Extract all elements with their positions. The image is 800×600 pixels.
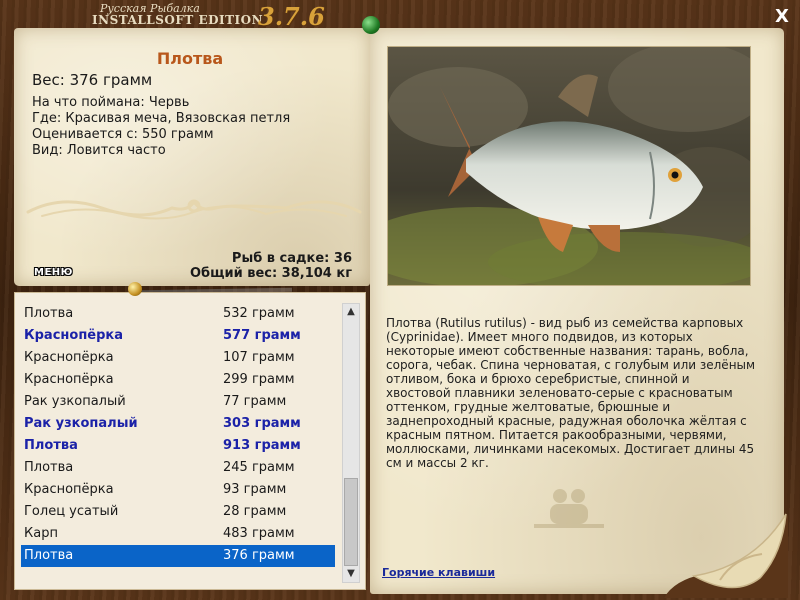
list-item-weight: 28 грамм [223, 504, 287, 519]
list-item-name: Плотва [24, 306, 74, 321]
list-scrollbar[interactable]: ▲ ▼ [342, 303, 360, 583]
page-curl-icon [664, 513, 788, 598]
catch-details: На что поймана: Червь Где: Красивая меча… [32, 95, 290, 159]
app-edition: INSTALLSOFT EDITION [92, 13, 264, 27]
list-item-weight: 299 грамм [223, 372, 295, 387]
list-item-name: Краснопёрка [24, 350, 114, 365]
list-item-weight: 532 грамм [223, 306, 295, 321]
fish-count: Рыб в садке: 36 [231, 251, 352, 266]
list-item-weight: 245 грамм [223, 460, 295, 475]
menu-button[interactable]: МЕНЮ [34, 267, 73, 278]
total-weight: Общий вес: 38,104 кг [189, 266, 352, 281]
list-item[interactable]: Краснопёрка 107 грамм [21, 347, 335, 369]
list-item-weight: 303 грамм [223, 416, 301, 431]
app-version: 3.7.6 [258, 2, 325, 31]
catch-list: Плотва 532 грамм Краснопёрка 577 грамм Красн… [21, 303, 335, 567]
list-item[interactable]: Плотва 913 грамм [21, 435, 335, 457]
list-item[interactable]: Плотва 532 грамм [21, 303, 335, 325]
list-item-name: Краснопёрка [24, 328, 124, 343]
fish-weight: Вес: 376 грамм [32, 71, 153, 89]
close-button[interactable]: X [772, 7, 792, 27]
list-item-weight: 107 грамм [223, 350, 295, 365]
list-item-weight: 483 грамм [223, 526, 295, 541]
place-line: Где: Красивая меча, Вязовская петля [32, 111, 291, 126]
value-line: Оценивается с: 550 грамм [32, 127, 214, 142]
list-item[interactable]: Плотва 376 грамм [21, 545, 335, 567]
list-item-name: Голец усатый [24, 504, 119, 519]
list-item[interactable]: Краснопёрка 93 грамм [21, 479, 335, 501]
kind-line: Вид: Ловится часто [32, 143, 166, 158]
bait-line: На что поймана: Червь [32, 95, 190, 110]
green-pin-icon [362, 16, 380, 34]
list-item-name: Карп [24, 526, 58, 541]
catch-list-panel: Плотва 532 грамм Краснопёрка 577 грамм Красн… [14, 292, 366, 590]
roach-fish-image-icon [388, 47, 750, 285]
list-item[interactable]: Плотва 245 грамм [21, 457, 335, 479]
scroll-down-icon[interactable]: ▼ [343, 566, 359, 582]
list-item-name: Рак узкопалый [24, 394, 126, 409]
angler-stamp-icon [534, 489, 604, 528]
list-item[interactable]: Рак узкопалый 303 грамм [21, 413, 335, 435]
fish-photo [387, 46, 751, 286]
fish-description: Плотва (Rutilus rutilus) - вид рыб из се… [386, 316, 756, 470]
keepnet-totals: Рыб в садке: 36 Общий вес: 38,104 кг [190, 251, 352, 281]
list-item[interactable]: Краснопёрка 299 грамм [21, 369, 335, 391]
scroll-up-icon[interactable]: ▲ [343, 304, 359, 320]
list-item[interactable]: Карп 483 грамм [21, 523, 335, 545]
list-item-name: Краснопёрка [24, 482, 114, 497]
list-item-name: Краснопёрка [24, 372, 114, 387]
list-item-name: Рак узкопалый [24, 416, 138, 431]
list-item-name: Плотва [24, 460, 74, 475]
list-item-weight: 376 грамм [223, 548, 295, 563]
list-item-name: Плотва [24, 438, 78, 453]
list-item[interactable]: Краснопёрка 577 грамм [21, 325, 335, 347]
list-item-name: Плотва [24, 548, 74, 563]
list-item[interactable]: Рак узкопалый 77 грамм [21, 391, 335, 413]
list-item-weight: 77 грамм [223, 394, 287, 409]
list-item-weight: 913 грамм [223, 438, 301, 453]
list-item-weight: 577 грамм [223, 328, 301, 343]
list-item-weight: 93 грамм [223, 482, 287, 497]
list-item[interactable]: Голец усатый 28 грамм [21, 501, 335, 523]
gold-pin-icon [128, 282, 142, 296]
scroll-thumb[interactable] [344, 478, 358, 566]
hotkeys-link[interactable]: Горячие клавиши [382, 566, 495, 579]
ornament-divider-icon [26, 199, 362, 220]
fish-name-title: Плотва [156, 49, 224, 68]
